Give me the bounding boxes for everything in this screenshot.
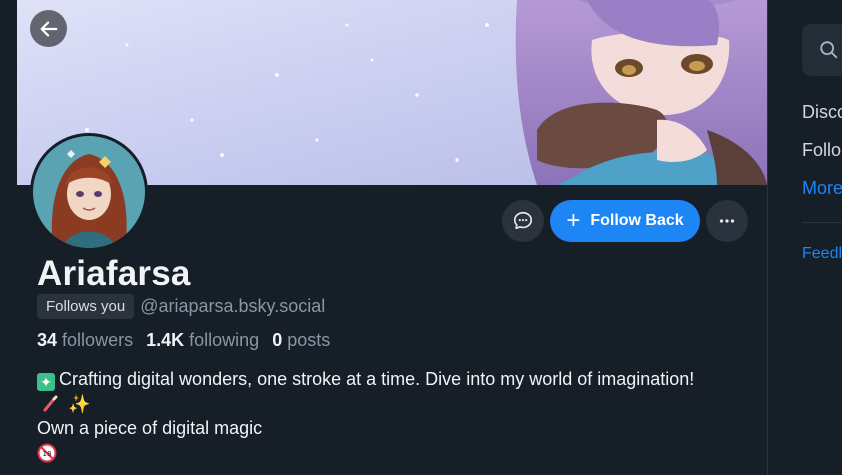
sidebar-link-more[interactable]: More (802, 178, 842, 199)
following-stat[interactable]: 1.4K following (146, 330, 264, 350)
following-count: 1.4K (146, 330, 185, 350)
posts-stat: 0 posts (272, 330, 330, 350)
chat-bubble-icon (513, 211, 533, 230)
ellipsis-icon (719, 219, 735, 223)
avatar-image (33, 136, 145, 248)
search-icon (820, 41, 838, 59)
left-gutter (0, 0, 18, 475)
followers-stat[interactable]: 34 followers (37, 330, 138, 350)
follow-back-label: Follow Back (590, 212, 684, 229)
bio-line-1: ✦ Crafting digital wonders, one stroke at… (37, 367, 717, 416)
message-button[interactable] (502, 200, 544, 242)
following-label: following (189, 330, 260, 350)
display-name: Ariafarsa (37, 254, 191, 293)
sidebar-link-following[interactable]: Follo (802, 140, 841, 161)
follows-you-badge: Follows you (37, 294, 135, 319)
right-sidebar: Disco Follo More Feedl (768, 0, 842, 475)
followers-count: 34 (37, 330, 58, 350)
arrow-left-icon (40, 20, 57, 37)
profile-bio: ✦ Crafting digital wonders, one stroke at… (37, 367, 717, 465)
avatar[interactable] (30, 133, 148, 251)
profile-stats: 34 followers 1.4K following 0 posts (37, 330, 330, 351)
back-button[interactable] (30, 10, 67, 47)
bio-text-1: Crafting digital wonders, one stroke at … (59, 369, 695, 389)
profile-actions: + Follow Back (502, 200, 748, 242)
follow-back-button[interactable]: + Follow Back (550, 200, 700, 242)
posts-count: 0 (272, 330, 283, 350)
bio-line-2: Own a piece of digital magic (37, 418, 263, 438)
profile-handle: @ariaparsa.bsky.social (140, 296, 326, 316)
search-input[interactable] (802, 24, 842, 76)
sparkles-emoji-icon: ✨ (68, 393, 91, 414)
sidebar-link-discover[interactable]: Disco (802, 102, 842, 123)
posts-label: posts (287, 330, 331, 350)
more-options-button[interactable] (706, 200, 748, 242)
profile-main: + Follow Back Ariafarsa Follows you @ari… (17, 0, 767, 475)
bio-line-3: 18 (37, 441, 717, 466)
sidebar-divider (802, 222, 842, 223)
no-under-18-emoji-icon: 18 (37, 443, 57, 463)
sidebar-link-feedback[interactable]: Feedl (802, 245, 842, 263)
sparkle-emoji-icon: ✦ (37, 373, 55, 391)
paintbrush-emoji-icon (41, 394, 64, 414)
followers-label: followers (62, 330, 134, 350)
handle-row: Follows you @ariaparsa.bsky.social (37, 294, 325, 319)
svg-text:18: 18 (43, 450, 52, 458)
plus-icon: + (566, 207, 581, 234)
